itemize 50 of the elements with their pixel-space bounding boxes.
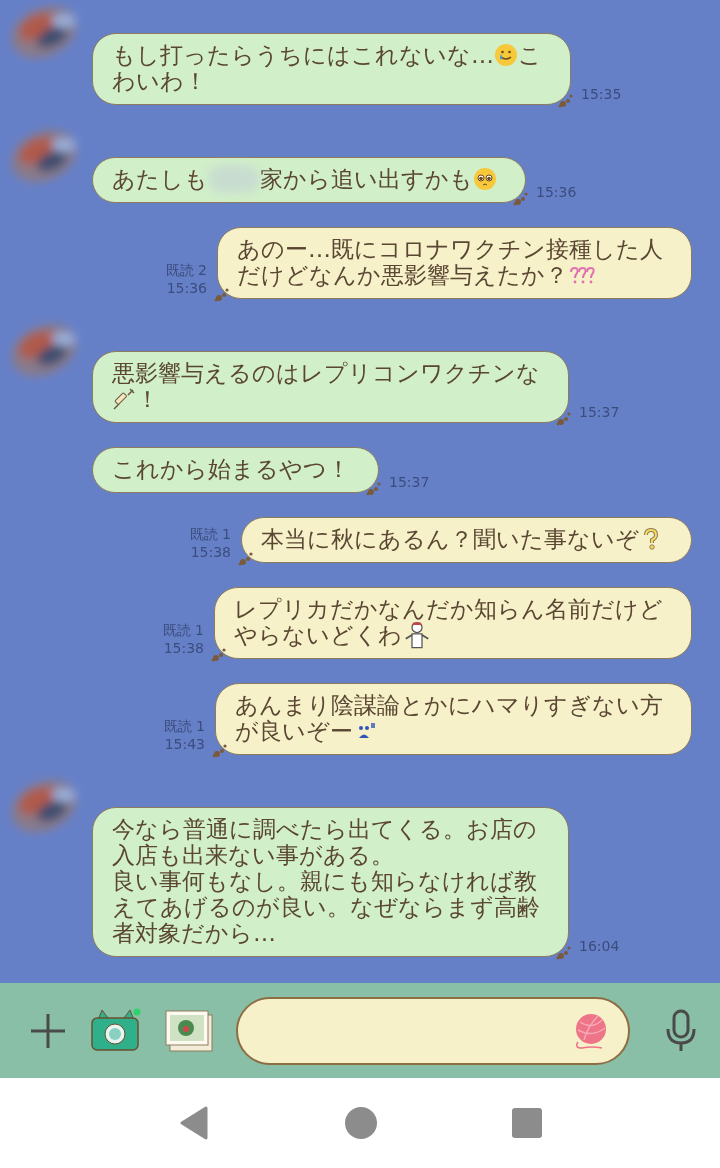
paw-print-icon [558,92,574,108]
message-text: 本当に秋にあるん？聞いた事ないぞ [261,526,639,552]
smile-with-tear-icon [494,43,518,67]
read-receipt: 既読 1 [163,717,205,735]
paw-print-icon [556,944,572,960]
read-receipt: 既読 2 [165,261,207,279]
timestamp: 15:36 [536,183,577,201]
message-text: えてあげるのが良い。なぜならまず高齢 [112,894,540,920]
microphone-button[interactable] [664,1008,698,1053]
message-text: 悪影響与えるのはレプリコンワクチンな [112,360,540,386]
message-text: が良いぞー [235,718,353,744]
paw-print-icon [556,410,572,426]
timestamp: 15:35 [581,85,622,103]
message-text: レプリカだかなんだか知らん名前だけど [234,596,663,622]
message-text: 今なら普通に調べたら出てくる。お店の [112,816,537,842]
message-text: 家から追い出すかも [260,166,473,192]
timestamp: 15:38 [163,639,204,657]
timestamp: 15:37 [579,403,620,421]
paw-print-icon [211,646,227,662]
syringe-icon [112,387,136,411]
timestamp: 15:43 [164,735,205,753]
recent-apps-button[interactable] [512,1108,543,1138]
message-text: あんまり陰謀論とかにハマりすぎない方 [235,692,663,718]
home-button[interactable] [345,1107,377,1139]
message-text: だけどなんか悪影響与えたか？ [237,262,568,288]
timestamp: 15:36 [166,279,207,297]
gallery-button[interactable] [164,1008,214,1053]
paw-print-icon [366,480,382,496]
message-text: 入店も出来ない事がある。 [112,842,394,868]
message-text: 者対象だから… [112,920,276,946]
message-text: これから始まるやつ！ [112,456,350,482]
timestamp: 16:04 [579,937,620,955]
camera-button[interactable] [90,1007,142,1054]
timestamp: 15:38 [190,543,231,561]
message-text: 良い事何もなし。親にも知らなければ教 [112,868,537,894]
message-text: もし打ったらうちにはこれないな… [112,42,494,68]
timestamp: 15:37 [389,473,430,491]
message-text: あのー…既にコロナワクチン接種した人 [237,236,663,262]
read-receipt: 既読 1 [162,621,204,639]
message-text: やらないどくわ [234,622,402,648]
message-text: こ [518,42,542,68]
paw-print-icon [238,550,254,566]
message-text: ！ [136,386,159,412]
message-text: わいわ！ [112,68,207,94]
paw-print-icon [212,742,228,758]
read-receipt: 既読 1 [189,525,231,543]
pleading-face-icon [473,167,497,191]
paw-print-icon [513,190,529,206]
paw-print-icon [214,286,230,302]
message-text: あたしも [112,166,208,192]
